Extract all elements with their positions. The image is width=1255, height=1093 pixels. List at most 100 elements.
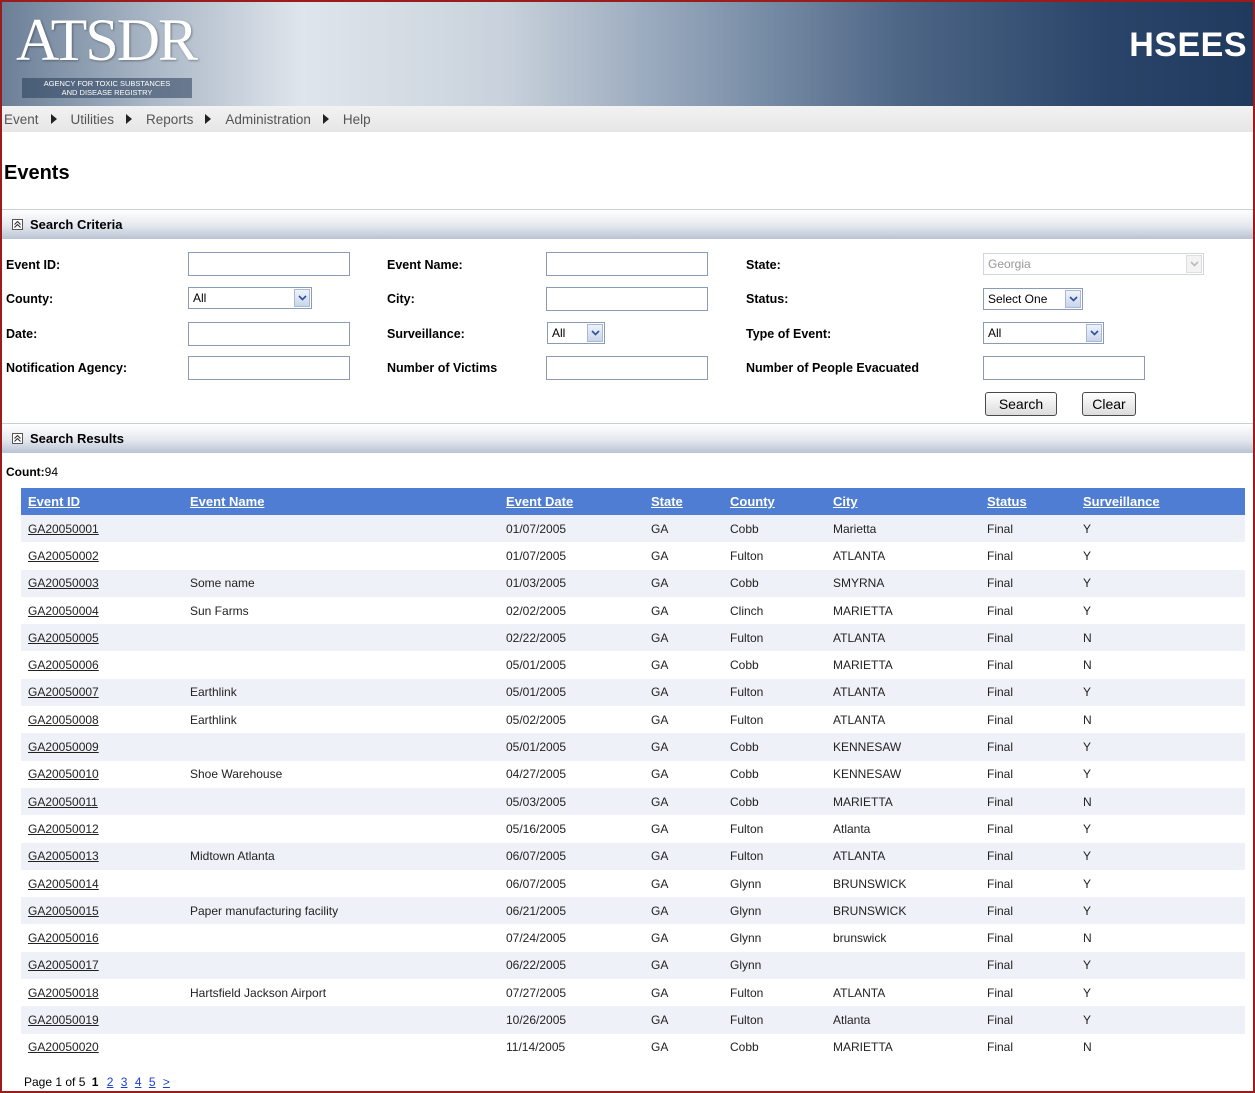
city-cell: MARIETTA xyxy=(833,658,893,673)
page-link-4[interactable]: 4 xyxy=(135,1075,142,1089)
search-button[interactable]: Search xyxy=(985,392,1057,416)
surveillance-cell: Y xyxy=(1083,985,1092,1000)
event-id-cell[interactable]: GA20050001 xyxy=(21,515,183,543)
state-cell: GA xyxy=(651,548,669,563)
event-id-cell[interactable]: GA20050012 xyxy=(21,815,183,842)
column-header-county[interactable]: County xyxy=(723,488,826,515)
nav-administration[interactable]: Administration xyxy=(225,112,311,127)
event-id-cell[interactable]: GA20050011 xyxy=(21,787,183,816)
number-of-victims-input[interactable] xyxy=(546,356,708,380)
clear-button[interactable]: Clear xyxy=(1082,392,1136,416)
state-select-value: Georgia xyxy=(988,257,1031,271)
column-header-event-date[interactable]: Event Date xyxy=(499,488,644,515)
table-row[interactable]: GA20050016 07/24/2005 GA Glynn brunswick Fina… xyxy=(21,924,1245,951)
column-header-status[interactable]: Status xyxy=(980,488,1076,515)
surveillance-select[interactable]: All xyxy=(547,322,605,344)
table-row[interactable]: GA20050020 11/14/2005 GA Cobb MARIETTA Final N xyxy=(21,1034,1245,1061)
column-header-state[interactable]: State xyxy=(644,488,723,515)
nav-help[interactable]: Help xyxy=(343,112,371,127)
status-cell: Final xyxy=(987,658,1014,673)
table-row[interactable]: GA20050008 Earthlink 05/02/2005 GA Fulton ATL… xyxy=(21,706,1245,733)
status-select[interactable]: Select One xyxy=(983,288,1083,310)
event-id-cell[interactable]: GA20050003 xyxy=(21,569,183,597)
state-select[interactable]: Georgia xyxy=(983,253,1204,275)
event-id-cell[interactable]: GA20050014 xyxy=(21,870,183,897)
event-id-cell[interactable]: GA20050013 xyxy=(21,842,183,870)
event-id-input[interactable] xyxy=(188,252,350,276)
table-row[interactable]: GA20050004 Sun Farms 02/02/2005 GA Clinch MAR… xyxy=(21,597,1245,624)
event-date-cell: 01/07/2005 xyxy=(506,548,567,563)
event-id-cell[interactable]: GA20050006 xyxy=(21,651,183,678)
collapse-icon[interactable] xyxy=(12,433,23,444)
event-id-cell[interactable]: GA20050008 xyxy=(21,706,183,733)
nav-reports[interactable]: Reports xyxy=(146,112,193,127)
event-id-cell[interactable]: GA20050005 xyxy=(21,624,183,652)
city-input[interactable] xyxy=(546,287,708,311)
event-name-cell xyxy=(183,815,499,842)
column-header-surveillance[interactable]: Surveillance xyxy=(1076,488,1245,515)
people-evacuated-input[interactable] xyxy=(983,356,1145,380)
county-cell: Glynn xyxy=(723,897,826,925)
county-select[interactable]: All xyxy=(188,287,312,309)
event-id-cell[interactable]: GA20050016 xyxy=(21,924,183,951)
event-id-cell[interactable]: GA20050017 xyxy=(21,951,183,980)
notification-agency-input[interactable] xyxy=(188,356,350,380)
state-cell: GA xyxy=(651,985,669,1000)
search-results-header[interactable]: Search Results xyxy=(2,423,1253,453)
status-cell: Final xyxy=(987,548,1014,563)
table-row[interactable]: GA20050015 Paper manufacturing facility 06… xyxy=(21,897,1245,925)
county-cell: Clinch xyxy=(730,603,764,618)
table-row[interactable]: GA20050001 01/07/2005 GA Cobb Marietta Final Y xyxy=(21,515,1245,543)
table-row[interactable]: GA20050017 06/22/2005 GA Glynn Final Y xyxy=(21,951,1245,980)
table-row[interactable]: GA20050010 Shoe Warehouse 04/27/2005 GA Cobb… xyxy=(21,761,1245,788)
table-row[interactable]: GA20050006 05/01/2005 GA Cobb MARIETTA Final N xyxy=(21,651,1245,678)
table-row[interactable]: GA20050002 01/07/2005 GA Fulton ATLANTA Final… xyxy=(21,542,1245,569)
event-id-cell[interactable]: GA20050009 xyxy=(21,733,183,761)
nav-utilities[interactable]: Utilities xyxy=(71,112,115,127)
chevron-down-icon xyxy=(294,289,310,307)
chevron-down-icon xyxy=(1086,324,1102,342)
page-link-3[interactable]: 3 xyxy=(121,1075,128,1089)
event-date-cell: 01/07/2005 xyxy=(499,515,644,543)
status-cell: Final xyxy=(987,603,1014,618)
table-row[interactable]: GA20050018 Hartsfield Jackson Airport 07/2… xyxy=(21,979,1245,1006)
page-link-2[interactable]: 2 xyxy=(107,1075,114,1089)
event-id-cell[interactable]: GA20050018 xyxy=(21,979,183,1006)
county-cell: Glynn xyxy=(730,931,762,946)
table-row[interactable]: GA20050019 10/26/2005 GA Fulton Atlanta Final… xyxy=(21,1006,1245,1034)
event-id-cell[interactable]: GA20050015 xyxy=(21,897,183,925)
county-cell: Cobb xyxy=(730,1040,759,1055)
event-id-cell[interactable]: GA20050004 xyxy=(21,597,183,624)
table-row[interactable]: GA20050005 02/22/2005 GA Fulton ATLANTA Final… xyxy=(21,624,1245,652)
column-header-city[interactable]: City xyxy=(826,488,980,515)
table-row[interactable]: GA20050013 Midtown Atlanta 06/07/2005 GA Ful… xyxy=(21,842,1245,870)
event-id-cell[interactable]: GA20050019 xyxy=(21,1006,183,1034)
table-row[interactable]: GA20050003 Some name 01/03/2005 GA Cobb SMYRN… xyxy=(21,569,1245,597)
column-header-event-id[interactable]: Event ID xyxy=(21,488,183,515)
collapse-icon[interactable] xyxy=(12,219,23,230)
table-row[interactable]: GA20050014 06/07/2005 GA Glynn BRUNSWICK Fina… xyxy=(21,870,1245,897)
event-id-cell[interactable]: GA20050010 xyxy=(21,761,183,788)
date-input[interactable] xyxy=(188,322,350,346)
type-of-event-select[interactable]: All xyxy=(983,322,1104,344)
state-cell: GA xyxy=(644,787,723,816)
next-page-link[interactable]: > xyxy=(163,1075,170,1089)
event-id-cell[interactable]: GA20050020 xyxy=(21,1034,183,1061)
surveillance-label: Surveillance: xyxy=(387,327,465,341)
table-row[interactable]: GA20050007 Earthlink 05/01/2005 GA Fulton ATL… xyxy=(21,678,1245,707)
event-name-input[interactable] xyxy=(546,252,708,276)
column-header-event-name[interactable]: Event Name xyxy=(183,488,499,515)
search-criteria-header[interactable]: Search Criteria xyxy=(2,209,1253,239)
county-cell: Fulton xyxy=(723,624,826,652)
page-link-5[interactable]: 5 xyxy=(149,1075,156,1089)
surveillance-cell: Y xyxy=(1083,603,1092,618)
event-id-cell[interactable]: GA20050007 xyxy=(21,678,183,707)
table-row[interactable]: GA20050012 05/16/2005 GA Fulton Atlanta Final… xyxy=(21,815,1245,842)
surveillance-cell: N xyxy=(1076,787,1245,816)
nav-event[interactable]: Event xyxy=(4,112,39,127)
table-row[interactable]: GA20050011 05/03/2005 GA Cobb MARIETTA Final N xyxy=(21,787,1245,816)
table-row[interactable]: GA20050009 05/01/2005 GA Cobb KENNESAW Final Y xyxy=(21,733,1245,761)
event-date-cell: 05/16/2005 xyxy=(506,821,567,836)
event-id-cell[interactable]: GA20050002 xyxy=(21,542,183,569)
status-cell: Final xyxy=(980,624,1076,652)
